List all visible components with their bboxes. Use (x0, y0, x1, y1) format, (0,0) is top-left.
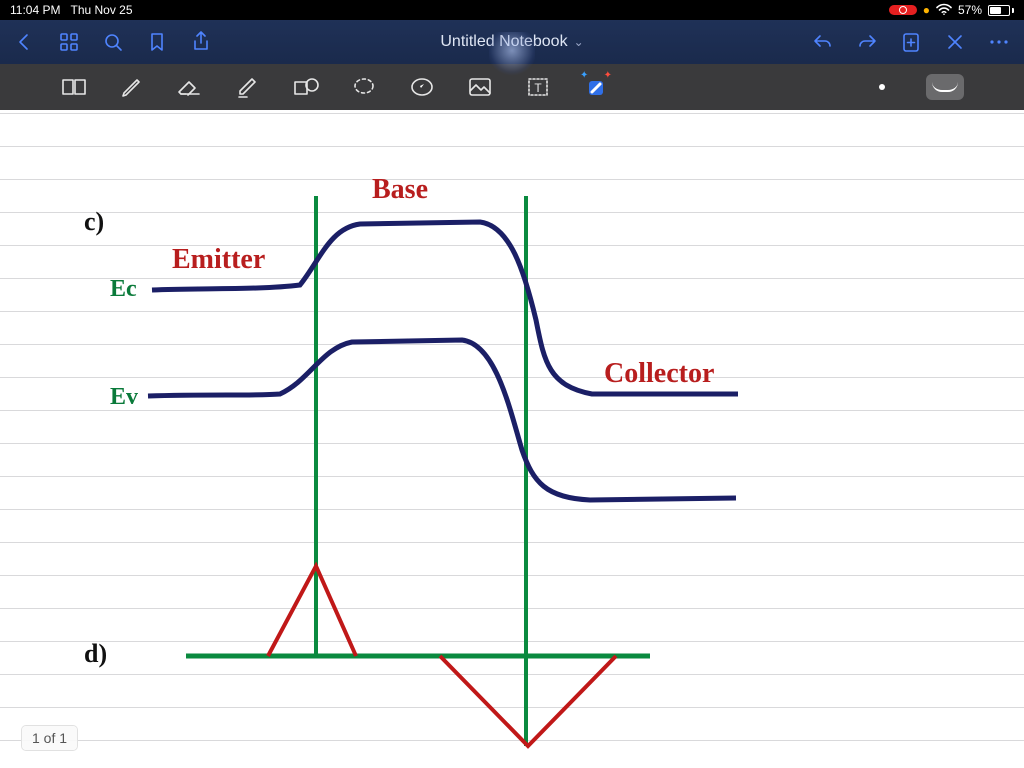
color-indicator[interactable] (868, 73, 896, 101)
add-page-button[interactable] (900, 31, 922, 53)
drawing-toolbar: T ✦ ✦ (0, 64, 1024, 110)
text-tool[interactable]: T (524, 73, 552, 101)
document-title-text: Untitled Notebook (440, 33, 567, 51)
grid-icon[interactable] (58, 31, 80, 53)
search-icon[interactable] (102, 31, 124, 53)
label-ec: Ec (110, 276, 137, 302)
stroke-style-chip[interactable] (926, 74, 964, 100)
redo-button[interactable] (856, 31, 878, 53)
shape-tool[interactable] (292, 73, 320, 101)
wifi-icon (936, 3, 952, 18)
pointer-tool[interactable]: ✦ ✦ (582, 73, 610, 101)
app-header: Untitled Notebook ⌄ (0, 20, 1024, 64)
label-emitter: Emitter (172, 244, 265, 275)
status-time: 11:04 PM (10, 3, 60, 17)
label-ev: Ev (110, 384, 138, 410)
label-part-c: c) (84, 207, 104, 236)
page-indicator: 1 of 1 (22, 726, 77, 750)
pages-tool[interactable] (60, 73, 88, 101)
label-base: Base (372, 174, 428, 205)
screen-recording-indicator[interactable] (889, 5, 917, 15)
status-date: Thu Nov 25 (70, 3, 132, 17)
highlighter-tool[interactable] (234, 73, 262, 101)
sticker-tool[interactable] (408, 73, 436, 101)
share-icon[interactable] (190, 31, 212, 53)
undo-button[interactable] (812, 31, 834, 53)
battery-icon (988, 5, 1014, 16)
hotspot-dot-icon: ● (923, 3, 930, 17)
label-part-d: d) (84, 639, 107, 668)
field-up-triangle (268, 566, 356, 656)
label-collector: Collector (604, 358, 714, 389)
note-canvas[interactable]: c) d) Ec Ev Emitter Base Collector 1 of … (0, 110, 1024, 768)
more-icon[interactable] (988, 31, 1010, 53)
chevron-down-icon: ⌄ (574, 35, 584, 49)
eraser-tool[interactable] (176, 73, 204, 101)
bookmark-icon[interactable] (146, 31, 168, 53)
status-bar: 11:04 PM Thu Nov 25 ● 57% (0, 0, 1024, 20)
image-tool[interactable] (466, 73, 494, 101)
svg-text:T: T (534, 81, 542, 95)
lasso-tool[interactable] (350, 73, 378, 101)
pencil-tool[interactable] (118, 73, 146, 101)
close-button[interactable] (944, 31, 966, 53)
document-title[interactable]: Untitled Notebook ⌄ (212, 33, 812, 51)
back-button[interactable] (14, 31, 36, 53)
handwriting-layer: c) d) Ec Ev Emitter Base Collector (0, 110, 1024, 768)
battery-percent: 57% (958, 3, 982, 17)
